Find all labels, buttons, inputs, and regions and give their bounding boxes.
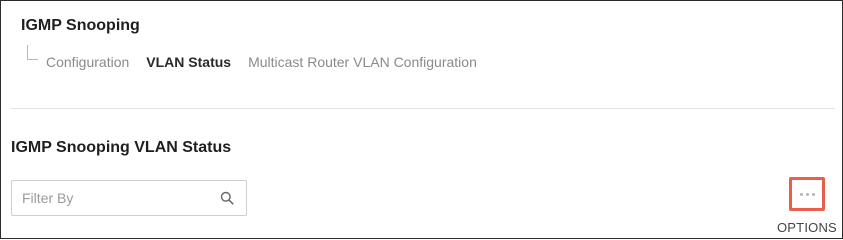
tab-multicast-router-vlan-configuration[interactable]: Multicast Router VLAN Configuration <box>248 54 477 70</box>
more-dots-icon <box>799 192 815 196</box>
section-divider <box>11 108 835 109</box>
page-frame: IGMP Snooping Configuration VLAN Status … <box>0 0 843 239</box>
section-title: IGMP Snooping VLAN Status <box>11 139 232 156</box>
search-icon[interactable] <box>220 191 234 205</box>
breadcrumb-connector <box>27 45 38 60</box>
tab-bar: Configuration VLAN Status Multicast Rout… <box>46 54 477 70</box>
tab-vlan-status[interactable]: VLAN Status <box>146 54 231 70</box>
filter-field[interactable] <box>11 180 247 216</box>
page-title: IGMP Snooping <box>21 17 140 34</box>
filter-input[interactable] <box>12 181 212 215</box>
options-label[interactable]: OPTIONS <box>777 220 837 235</box>
tab-configuration[interactable]: Configuration <box>46 54 129 70</box>
options-button[interactable] <box>789 177 825 211</box>
